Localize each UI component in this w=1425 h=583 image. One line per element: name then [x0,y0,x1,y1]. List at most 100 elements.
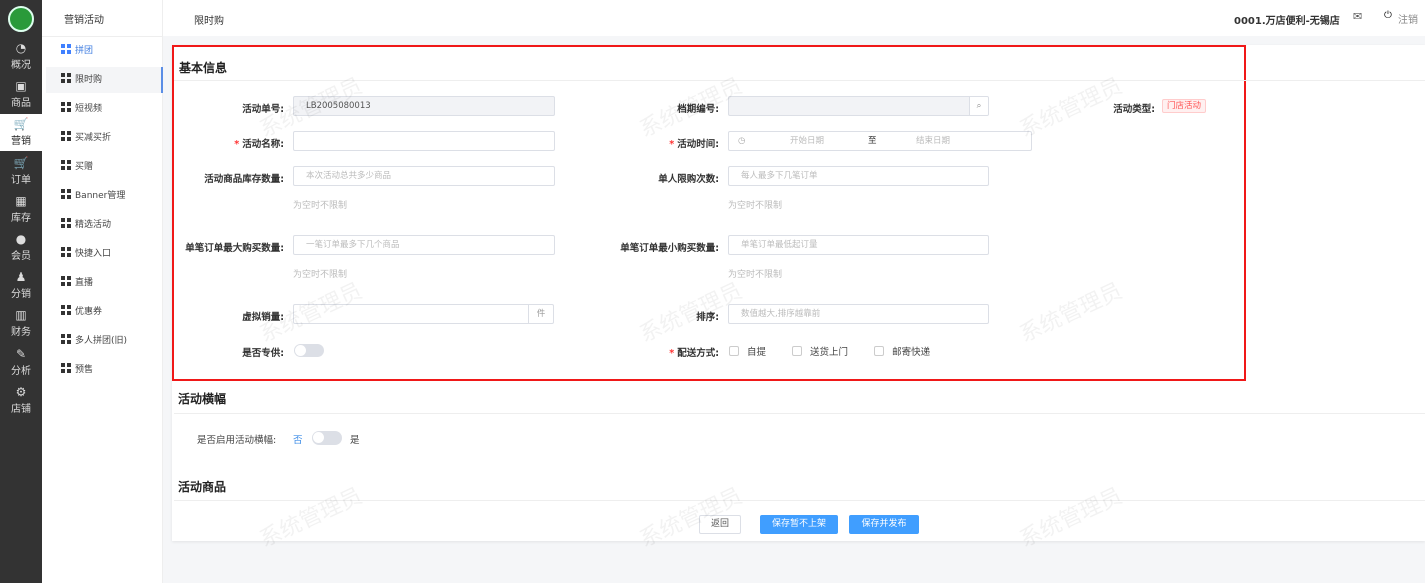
stock-icon: ▦ [15,193,27,208]
finance-icon: ▥ [15,308,27,323]
nav-label: 分销 [11,289,31,301]
limit-input[interactable]: 每人最多下几笔订单 [728,166,989,186]
date-range-picker[interactable]: ◷ 开始日期 至 结束日期 [728,131,1032,151]
divider [174,500,1425,501]
nav-item-7[interactable]: ▥ 财务 [0,305,42,342]
nav-item-1[interactable]: ▣ 商品 [0,76,42,113]
submenu-item[interactable]: 短视频 [46,96,163,122]
grid-icon [61,218,71,228]
section-basic-title: 基本信息 [179,61,228,75]
grid-icon [61,247,71,257]
nav-item-4[interactable]: ▦ 库存 [0,191,42,228]
power-icon[interactable]: ⏻ [1384,10,1392,21]
submenu-item[interactable]: 快捷入口 [46,241,163,267]
member-icon: ● [15,232,27,246]
header: 限时购 0001.万店便利-无锡店 ✉ ⏻ 注销 [163,0,1425,36]
start-date-input[interactable]: 开始日期 [790,132,824,150]
banner-off-label[interactable]: 否 [293,432,303,446]
range-separator: 至 [868,136,877,146]
nav-item-2[interactable]: 🛒 营销 [0,114,42,152]
unit-suffix: 件 [528,305,553,323]
exclusive-toggle[interactable] [294,344,324,357]
limit-hint: 为空时不限制 [728,201,783,211]
submenu-item[interactable]: 多人拼团(旧) [46,328,163,354]
grid-icon [61,334,71,344]
delivery-home-checkbox[interactable]: 送货上门 [792,346,848,358]
banner-enable-label: 是否启用活动横幅: [197,435,277,446]
mail-icon[interactable]: ✉ [1353,10,1362,23]
submenu-item[interactable]: 买减买折 [46,125,163,151]
submenu-item[interactable]: 买赠 [46,154,163,180]
nav-item-3[interactable]: 🛒 订单 [0,153,42,190]
nav-label: 库存 [11,212,31,224]
submenu-label: 快捷入口 [75,249,112,259]
max-qty-hint: 为空时不限制 [293,270,348,280]
end-date-input[interactable]: 结束日期 [916,132,950,150]
nav-item-9[interactable]: ⚙ 店铺 [0,382,42,419]
activity-type-tag: 门店活动 [1162,99,1207,113]
virtual-sales-input[interactable]: 件 [293,304,554,324]
submenu-item[interactable]: 限时购 [46,67,163,93]
delivery-pickup-checkbox[interactable]: 自提 [729,346,766,358]
stock-input[interactable]: 本次活动总共多少商品 [293,166,555,186]
activity-time-label: * 活动时间: [669,139,719,150]
activity-name-input[interactable] [293,131,555,151]
stock-hint: 为空时不限制 [293,201,348,211]
delivery-label: * 配送方式: [669,348,719,359]
order-no-input[interactable]: LB2005080013 [293,96,555,116]
submenu-item[interactable]: 拼团 [46,38,163,64]
submenu-item[interactable]: 精选活动 [46,212,163,238]
grid-icon [61,44,71,54]
section-goods-title: 活动商品 [178,480,227,494]
banner-on-label[interactable]: 是 [350,432,360,446]
submenu: 营销活动 拼团限时购短视频买减买折买赠 Banner管理 精选活动快捷入口直播优惠券… [42,0,163,583]
banner-toggle[interactable] [312,431,342,445]
grid-icon [61,276,71,286]
divider [174,413,1425,414]
page-title: 限时购 [194,16,224,27]
grid-icon [61,131,71,141]
main-nav: ◔ 概况 ▣ 商品 🛒 营销 🛒 订单 ▦ 库存 ● 会员 ♟ 分销 ▥ 财务 ✎ 分析 ⚙ 店铺 [0,0,42,583]
analysis-icon: ✎ [15,346,27,361]
stock-label: 活动商品库存数量: [204,174,284,185]
store-name[interactable]: 0001.万店便利-无锡店 [1234,12,1340,27]
submenu-item[interactable]: 预售 [46,357,163,383]
nav-item-8[interactable]: ✎ 分析 [0,344,42,381]
nav-item-0[interactable]: ◔ 概况 [0,38,42,75]
delivery-express-checkbox[interactable]: 邮寄快递 [874,346,930,358]
submenu-label: 直播 [75,278,94,288]
schedule-input[interactable]: ⌕ [728,96,989,116]
submenu-item[interactable]: 优惠券 [46,299,163,325]
nav-label: 会员 [11,251,31,262]
distribution-icon: ♟ [15,270,27,285]
nav-label: 订单 [11,174,31,186]
save-draft-button[interactable]: 保存暂不上架 [760,515,838,534]
submenu-label: 预售 [75,365,94,375]
save-publish-button[interactable]: 保存并发布 [849,515,919,534]
logout-link[interactable]: 注销 [1398,11,1418,26]
dashboard-icon: ◔ [15,41,27,55]
order-no-label: 活动单号: [242,104,284,115]
submenu-item[interactable]: Banner管理 [46,183,163,209]
max-qty-input[interactable]: 一笔订单最多下几个商品 [293,235,555,255]
gear-icon: ⚙ [15,384,27,399]
submenu-label: 多人拼团(旧) [75,336,128,346]
limit-label: 单人限购次数: [658,174,719,185]
min-qty-input[interactable]: 单笔订单最低起订量 [728,235,989,255]
search-icon[interactable]: ⌕ [969,97,988,115]
grid-icon [61,73,71,83]
submenu-label: 买赠 [75,162,94,172]
submenu-title: 营销活动 [64,15,104,26]
nav-label: 概况 [11,60,31,71]
product-icon: ▣ [15,79,27,94]
submenu-item[interactable]: 直播 [46,270,163,296]
max-qty-label: 单笔订单最大购买数量: [185,243,284,254]
back-button[interactable]: 返回 [699,515,741,534]
sort-input[interactable]: 数值越大,排序越靠前 [728,304,989,324]
nav-item-6[interactable]: ♟ 分销 [0,267,42,304]
min-qty-hint: 为空时不限制 [728,270,783,280]
grid-icon [61,160,71,170]
min-qty-label: 单笔订单最小购买数量: [620,243,719,254]
nav-label: 店铺 [11,403,31,415]
nav-item-5[interactable]: ● 会员 [0,229,42,266]
